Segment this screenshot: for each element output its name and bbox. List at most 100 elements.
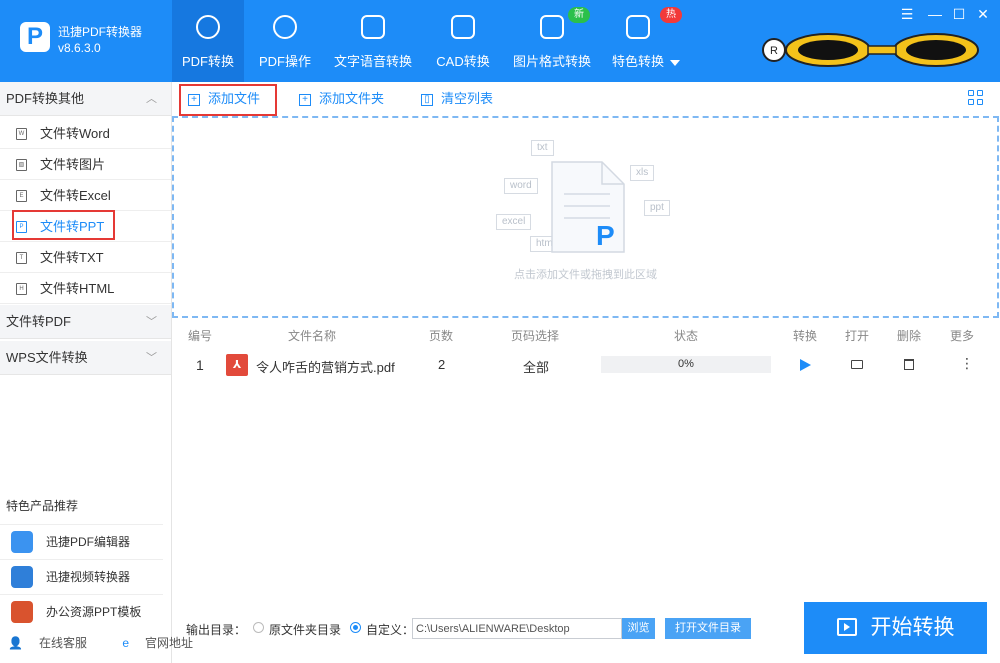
- txt-file-icon: T: [16, 252, 27, 264]
- cad-icon: [451, 15, 475, 39]
- clear-list-button[interactable]: ▯ 清空列表: [421, 86, 493, 116]
- chevron-down-icon: ﹀: [146, 316, 157, 328]
- sidebar-item-label: 文件转TXT: [40, 250, 104, 265]
- open-folder-button[interactable]: 打开文件目录: [665, 618, 751, 639]
- avatar[interactable]: R: [760, 32, 982, 68]
- col-more: 更多: [950, 329, 975, 343]
- ppt-tag: ppt: [644, 200, 670, 216]
- document-illustration-icon: [551, 161, 625, 253]
- col-pages: 页数: [429, 329, 454, 343]
- promo-label: 迅捷视频转换器: [46, 570, 131, 584]
- pdf-editor-icon: [11, 531, 33, 553]
- txt-tag: txt: [531, 140, 554, 156]
- selection-highlight: [12, 210, 115, 240]
- file-drop-zone[interactable]: txt xls word ppt excel html P 点击添加文件或拖拽到…: [172, 116, 999, 318]
- drop-hint: 点击添加文件或拖拽到此区域: [514, 269, 657, 281]
- official-site-link[interactable]: e 官网地址: [122, 636, 209, 650]
- row-pages: 2: [438, 357, 446, 372]
- user-icon: 👤: [8, 636, 23, 650]
- sidebar-item-to-image[interactable]: ▧ 文件转图片: [0, 149, 171, 180]
- promo-label: 迅捷PDF编辑器: [46, 535, 131, 549]
- radio-original-label: 原文件夹目录: [269, 623, 342, 637]
- audio-wave-icon: [361, 15, 385, 39]
- col-index: 编号: [188, 329, 213, 343]
- col-filename: 文件名称: [288, 329, 337, 343]
- tab-label: CAD转换: [436, 54, 490, 69]
- radio-original-folder[interactable]: [253, 622, 264, 633]
- add-folder-button[interactable]: + 添加文件夹: [299, 86, 384, 116]
- sidebar-item-to-word[interactable]: W 文件转Word: [0, 118, 171, 149]
- play-icon[interactable]: [800, 359, 811, 371]
- add-file-button[interactable]: + 添加文件: [188, 86, 260, 116]
- sidebar-item-to-txt[interactable]: T 文件转TXT: [0, 242, 171, 273]
- grid-view-icon[interactable]: [968, 90, 984, 106]
- chevron-down-icon: ﹀: [146, 352, 157, 364]
- sidebar-group-pdf-to-other[interactable]: PDF转换其他 ︿: [0, 82, 171, 116]
- sidebar-group-wps[interactable]: WPS文件转换 ﹀: [0, 341, 171, 375]
- promo-ppt-templates[interactable]: 办公资源PPT模板: [0, 594, 163, 628]
- row-page-range[interactable]: 全部: [523, 357, 549, 376]
- image-file-icon: ▧: [16, 159, 27, 171]
- tab-pdf-convert[interactable]: PDF转换: [172, 0, 244, 82]
- sidebar-item-label: 文件转HTML: [40, 281, 115, 296]
- row-progress-bar: 0%: [601, 356, 771, 373]
- sidebar-group-file-to-pdf[interactable]: 文件转PDF ﹀: [0, 305, 171, 339]
- delete-icon[interactable]: [904, 359, 914, 370]
- radio-custom-folder[interactable]: [350, 622, 361, 633]
- folder-open-icon[interactable]: [851, 360, 863, 369]
- pdf-file-icon: ⅄: [226, 354, 248, 376]
- add-folder-icon: +: [299, 93, 311, 106]
- menu-icon[interactable]: ☰: [898, 6, 916, 23]
- group-label: 文件转PDF: [6, 314, 72, 329]
- tab-label: PDF操作: [258, 54, 311, 69]
- start-convert-button[interactable]: 开始转换: [804, 602, 987, 654]
- app-logo: P: [20, 22, 50, 52]
- app-name: 迅捷PDF转换器: [58, 25, 143, 39]
- browser-icon: e: [122, 636, 129, 650]
- ppt-template-icon: [11, 601, 33, 623]
- sidebar-item-label: 文件转Excel: [40, 188, 111, 203]
- col-delete: 删除: [897, 329, 922, 343]
- radio-custom-label: 自定义：: [366, 623, 415, 637]
- add-file-icon: +: [188, 93, 200, 106]
- video-converter-icon: [11, 566, 33, 588]
- tab-pdf-operations[interactable]: PDF操作: [250, 0, 320, 82]
- output-path-input[interactable]: [412, 618, 622, 639]
- hot-badge: 热: [660, 7, 682, 23]
- tab-text-speech[interactable]: 文字语音转换: [328, 0, 418, 82]
- online-support-link[interactable]: 👤 在线客服: [8, 636, 103, 650]
- sidebar-item-label: 文件转Word: [40, 126, 110, 141]
- col-status: 状态: [674, 329, 699, 343]
- progress-text: 0%: [678, 358, 694, 370]
- word-file-icon: W: [16, 128, 27, 140]
- sidebar-item-to-excel[interactable]: E 文件转Excel: [0, 180, 171, 211]
- star-icon: [626, 15, 650, 39]
- sidebar-item-to-html[interactable]: H 文件转HTML: [0, 273, 171, 304]
- browse-button[interactable]: 浏览: [622, 618, 655, 639]
- title-bar: P 迅捷PDF转换器 v8.6.3.0 PDF转换 PDF操作 文字语音转换 C…: [0, 0, 1000, 82]
- maximize-button[interactable]: ☐: [950, 6, 968, 23]
- minimize-button[interactable]: —: [926, 6, 944, 22]
- app-logo-mark: P: [596, 220, 615, 251]
- promo-title: 特色产品推荐: [6, 499, 79, 513]
- promo-video-converter[interactable]: 迅捷视频转换器: [0, 559, 163, 593]
- close-button[interactable]: ✕: [974, 6, 992, 23]
- app-version: v8.6.3.0: [58, 41, 101, 55]
- sidebar-item-label: 文件转图片: [40, 157, 106, 172]
- col-open: 打开: [845, 329, 870, 343]
- col-page-range: 页码选择: [511, 329, 560, 343]
- new-badge: 新: [568, 7, 590, 23]
- tab-cad-convert[interactable]: CAD转换: [428, 0, 498, 82]
- col-convert: 转换: [793, 329, 818, 343]
- excel-file-icon: E: [16, 190, 27, 202]
- xls-tag: xls: [630, 165, 655, 181]
- excel-tag: excel: [496, 214, 532, 230]
- promo-label: 办公资源PPT模板: [46, 605, 142, 619]
- row-filename: 令人咋舌的营销方式.pdf: [256, 360, 395, 375]
- svg-text:R: R: [770, 45, 778, 57]
- more-icon[interactable]: ⋮: [960, 355, 974, 371]
- chevron-down-icon: [670, 59, 680, 66]
- row-index: 1: [196, 357, 204, 373]
- group-label: PDF转换其他: [6, 91, 85, 106]
- promo-pdf-editor[interactable]: 迅捷PDF编辑器: [0, 524, 163, 558]
